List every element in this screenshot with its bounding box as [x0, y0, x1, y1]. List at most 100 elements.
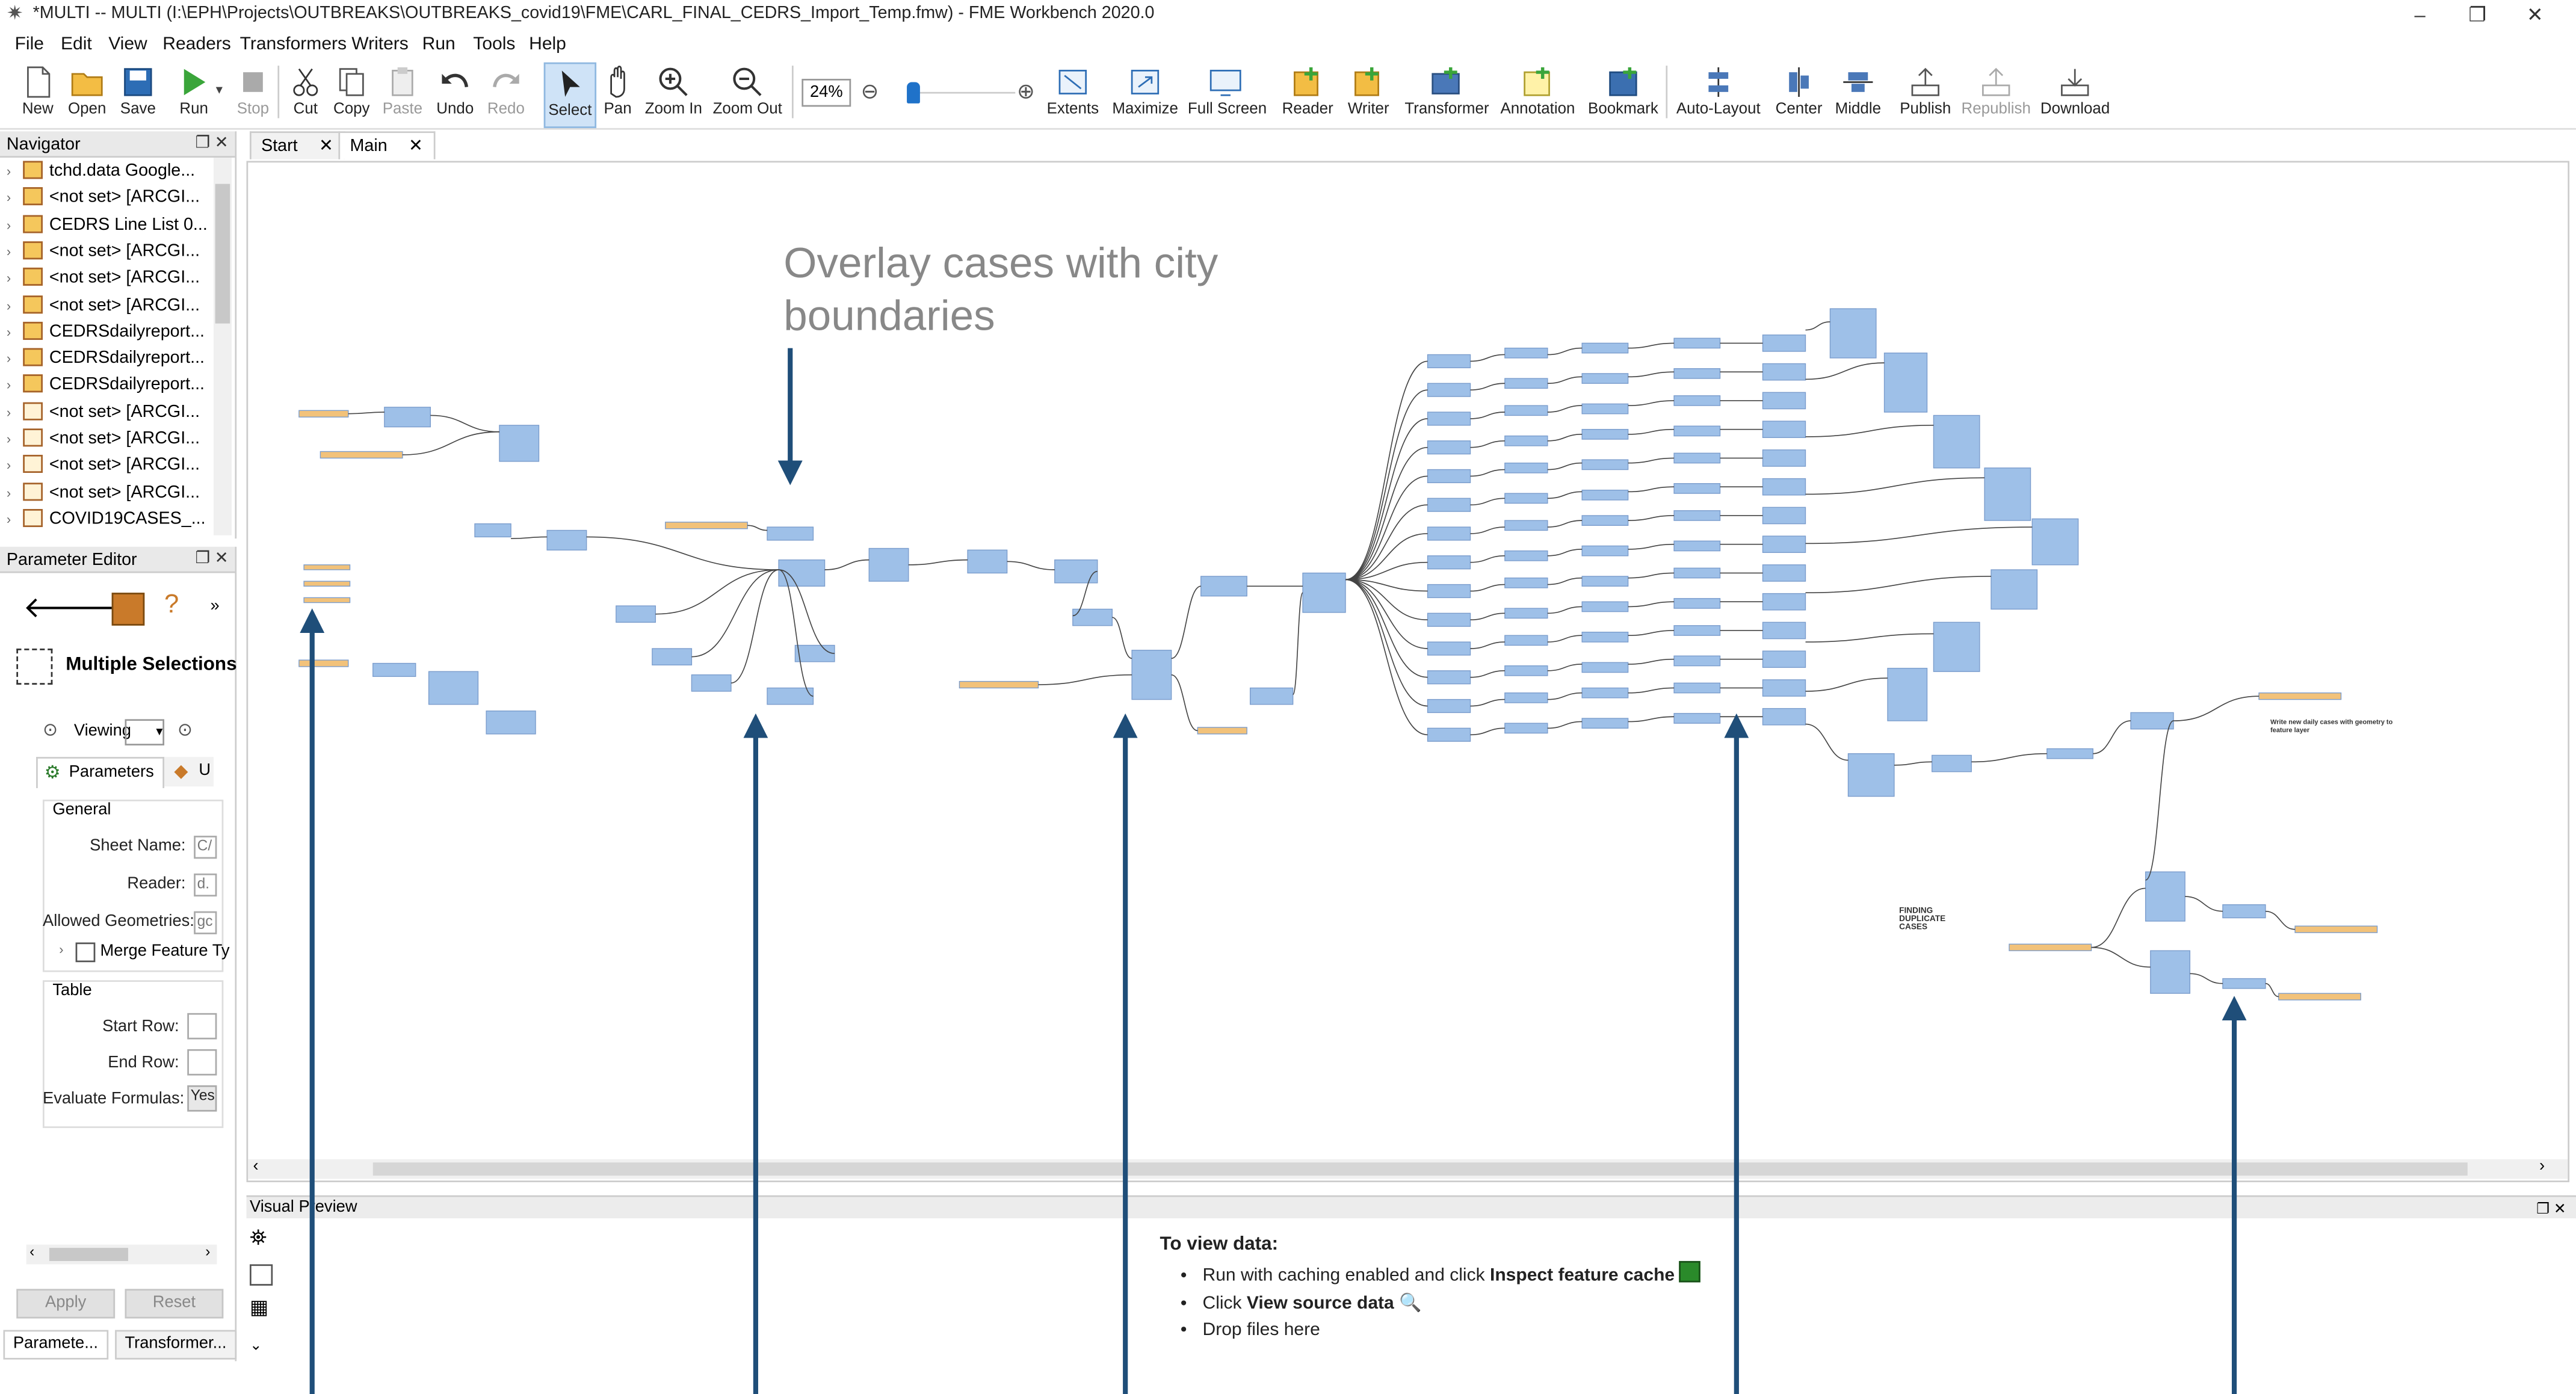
allowed-geometries-field[interactable]: gc [194, 911, 217, 934]
transformer-node[interactable] [298, 410, 349, 418]
transformer-node[interactable] [2130, 712, 2174, 730]
expand-chevron-icon[interactable]: › [7, 325, 23, 340]
canvas-annotation[interactable]: Overlay cases with city boundaries [783, 236, 1276, 342]
publish-button[interactable]: Publish [1899, 63, 1951, 125]
connection-line[interactable] [2173, 695, 2259, 721]
connection-line[interactable] [1628, 601, 1675, 608]
transformer-node[interactable] [499, 425, 540, 462]
connection-line[interactable] [1345, 579, 1428, 736]
more-options-icon[interactable]: ⌄ [250, 1336, 262, 1354]
expand-chevron-icon[interactable]: › [7, 191, 23, 206]
transformer-node[interactable] [1427, 670, 1471, 685]
connection-line[interactable] [1628, 572, 1675, 579]
connection-line[interactable] [1547, 491, 1583, 499]
connection-line[interactable] [1547, 405, 1583, 413]
transformer-node[interactable] [1762, 564, 1806, 582]
connection-line[interactable] [1470, 383, 1505, 390]
transformer-node[interactable] [1847, 753, 1895, 797]
connection-line[interactable] [1628, 342, 1675, 349]
transformer-node[interactable] [1581, 632, 1629, 643]
transformer-node[interactable] [1581, 489, 1629, 501]
transformer-node[interactable] [1933, 415, 1980, 469]
transformer-node[interactable] [1673, 510, 1721, 521]
transformer-node[interactable] [2009, 943, 2092, 951]
connection-line[interactable] [1345, 504, 1428, 581]
transformer-node[interactable] [1200, 576, 1247, 597]
connection-line[interactable] [1470, 584, 1505, 592]
connection-line[interactable] [778, 569, 814, 697]
connection-line[interactable] [1805, 677, 1888, 692]
transformer-node[interactable] [1762, 593, 1806, 611]
connection-line[interactable] [1805, 526, 2033, 544]
transformer-node[interactable] [868, 547, 909, 582]
evaluate-formulas-select[interactable]: Yes [187, 1085, 217, 1112]
transformer-node[interactable] [372, 662, 416, 677]
connection-line[interactable] [1038, 674, 1132, 685]
connection-line[interactable] [1345, 389, 1428, 581]
transformer-node[interactable] [1504, 520, 1548, 531]
transformer-node[interactable] [428, 671, 479, 705]
connection-line[interactable] [1470, 612, 1505, 621]
connection-line[interactable] [1345, 446, 1428, 581]
expand-chevron-icon[interactable]: › [7, 351, 23, 366]
connection-line[interactable] [402, 431, 499, 455]
connection-line[interactable] [1345, 579, 1428, 649]
canvas-hscrollbar[interactable]: ‹ › [248, 1158, 2568, 1179]
connection-line[interactable] [1470, 555, 1505, 563]
expand-chevron-icon[interactable]: › [7, 512, 23, 527]
transformer-node[interactable] [486, 711, 536, 735]
connection-line[interactable] [2091, 946, 2151, 968]
navigator-reader-item[interactable]: › <not set> [ARCGI... [7, 241, 200, 268]
transformer-node[interactable] [1581, 515, 1629, 526]
transformer-node[interactable] [1427, 469, 1471, 484]
parameter-hscrollbar[interactable]: ‹ › [26, 1243, 217, 1265]
navigator-reader-item[interactable]: › CEDRSdailyreport... [7, 348, 205, 375]
transformer-node[interactable] [1131, 650, 1172, 700]
transformer-node[interactable] [1984, 467, 2031, 521]
transformer-node[interactable] [1932, 754, 1972, 773]
connection-line[interactable] [1292, 592, 1303, 695]
connection-line[interactable] [1470, 469, 1505, 477]
tab-parameter-editor[interactable]: Paramete... [3, 1330, 108, 1360]
transformer-node[interactable] [1762, 335, 1806, 352]
transformer-node[interactable] [1991, 569, 2038, 610]
navigator-reader-item[interactable]: › <not set> [ARCGI... [7, 268, 200, 294]
connection-line[interactable] [1628, 687, 1675, 694]
transformer-node[interactable] [1673, 567, 1721, 579]
connection-line[interactable] [1628, 658, 1675, 665]
transformer-node[interactable] [303, 581, 351, 587]
transformer-node[interactable] [2145, 871, 2185, 922]
connection-line[interactable] [2265, 982, 2279, 998]
transformer-node[interactable] [1054, 559, 1098, 584]
transformer-node[interactable] [298, 659, 349, 667]
navigator-scroll-thumb[interactable] [215, 184, 230, 324]
add-bookmark-button[interactable]: Bookmark [1586, 63, 1661, 125]
connection-line[interactable] [2145, 720, 2174, 881]
tab-main[interactable]: Main ✕ [338, 131, 435, 159]
transformer-node[interactable] [1762, 679, 1806, 697]
scroll-right-icon[interactable]: › [205, 1243, 210, 1259]
reset-button[interactable]: Reset [125, 1289, 224, 1319]
auto-layout-button[interactable]: Auto-Layout [1674, 63, 1762, 125]
navigator-reader-item[interactable]: › CEDRSdailyreport... [7, 321, 205, 348]
transformer-node[interactable] [1581, 576, 1629, 587]
connection-line[interactable] [1628, 428, 1675, 435]
menu-file[interactable]: File [15, 34, 44, 54]
transformer-node[interactable] [1504, 692, 1548, 703]
transformer-node[interactable] [1762, 449, 1806, 467]
connection-line[interactable] [2091, 887, 2146, 948]
connection-line[interactable] [348, 412, 385, 415]
transformer-node[interactable] [1762, 363, 1806, 381]
navigator-writer-item[interactable]: › <not set> [ARCGI... [7, 428, 200, 455]
expand-chevron-icon[interactable]: › [7, 378, 23, 393]
connection-line[interactable] [1805, 576, 1992, 594]
transformer-node[interactable] [1504, 493, 1548, 504]
transformer-node[interactable] [1762, 708, 1806, 726]
navigator-writer-item[interactable]: › <not set> [ARCGI... [7, 482, 200, 508]
connection-line[interactable] [1547, 635, 1583, 643]
connection-line[interactable] [1171, 585, 1201, 659]
expand-chevron-icon[interactable]: › [7, 164, 23, 179]
transformer-node[interactable] [1673, 713, 1721, 724]
connection-line[interactable] [1805, 723, 1849, 761]
transformer-node[interactable] [1673, 655, 1721, 667]
